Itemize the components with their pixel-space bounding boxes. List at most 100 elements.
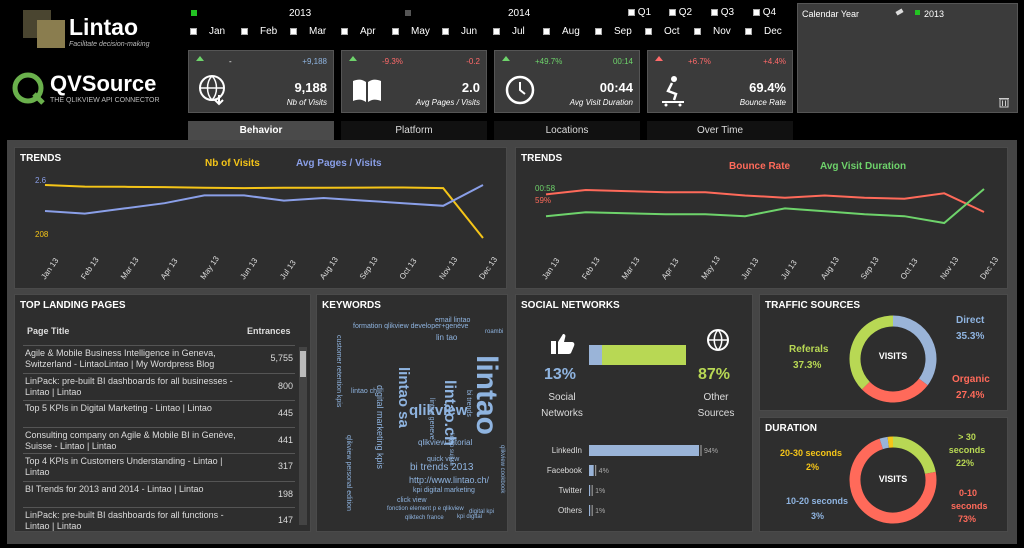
keyword[interactable]: lintao suisse (448, 433, 454, 467)
quarter-q4[interactable]: Q4 (753, 7, 776, 18)
year-2013[interactable]: 2013 (289, 8, 311, 19)
month-dec[interactable]: Dec (745, 26, 782, 37)
q4-checkbox[interactable] (753, 8, 760, 16)
keyword[interactable]: qlikview (409, 402, 468, 419)
q1-label: Q1 (637, 7, 652, 18)
row-entrances: 441 (277, 435, 293, 445)
trend-up-icon (655, 56, 663, 61)
keyword[interactable]: formation qlikview developer+genève (353, 323, 468, 330)
month-checkbox[interactable] (241, 27, 248, 35)
x-tick-label: Nov 13 (437, 255, 459, 281)
month-apr[interactable]: Apr (341, 26, 376, 37)
social-title: SOCIAL NETWORKS (521, 300, 620, 311)
month-checkbox[interactable] (190, 27, 197, 35)
month-checkbox[interactable] (493, 27, 500, 35)
q2-checkbox[interactable] (669, 8, 676, 16)
keyword[interactable]: kpi digital marketing (413, 487, 475, 494)
keyword[interactable]: lin tao (436, 333, 458, 342)
social-bar-chart: LinkedIn 94% Facebook 4% Twitter 1% Others 1% (547, 445, 718, 516)
table-row[interactable]: BI Trends for 2013 and 2014 - Lintao | L… (23, 481, 295, 507)
month-checkbox[interactable] (290, 27, 297, 35)
keyword[interactable]: digital marketing kpis (375, 385, 385, 470)
month-aug[interactable]: Aug (543, 26, 580, 37)
month-checkbox[interactable] (745, 27, 752, 35)
quarter-q2[interactable]: Q2 (669, 7, 692, 18)
trends-left-panel: TRENDS Nb of Visits Avg Pages / Visits J… (14, 147, 507, 289)
keyword[interactable]: qlikview cookbook (499, 445, 505, 494)
q4-label: Q4 (762, 7, 777, 18)
table-row[interactable]: Agile & Mobile Business Intelligence in … (23, 345, 295, 373)
table-row[interactable]: Consulting company on Agile & Mobile BI … (23, 427, 295, 453)
tab-behavior[interactable]: Behavior (188, 121, 334, 140)
month-checkbox[interactable] (442, 27, 449, 35)
keyword[interactable]: customer retention kpis (335, 335, 342, 408)
q3-checkbox[interactable] (711, 8, 718, 16)
keyword[interactable]: qlikview personal edition (345, 435, 352, 511)
eraser-icon[interactable] (895, 8, 904, 16)
donut-slice (879, 436, 890, 450)
month-jul[interactable]: Jul (493, 26, 525, 37)
col-entrances[interactable]: Entrances (247, 326, 291, 336)
q1-checkbox[interactable] (628, 8, 635, 16)
month-jun[interactable]: Jun (442, 26, 477, 37)
table-row[interactable]: LinPack: pre-built BI dashboards for all… (23, 507, 295, 531)
x-tick-label: Jan 13 (540, 256, 561, 281)
month-oct[interactable]: Oct (645, 26, 680, 37)
table-row[interactable]: LinPack: pre-built BI dashboards for all… (23, 373, 295, 400)
kpi-pages-value: 2.0 (461, 80, 480, 95)
col-page-title[interactable]: Page Title (27, 326, 69, 336)
x-tick-label: May 13 (199, 254, 222, 281)
keyword[interactable]: lintao sa (395, 367, 412, 429)
tab-platform[interactable]: Platform (341, 121, 487, 140)
tab-locations[interactable]: Locations (494, 121, 640, 140)
keyword[interactable]: lintao (470, 355, 503, 435)
month-sep[interactable]: Sep (595, 26, 632, 37)
keyword[interactable]: bi trends (465, 390, 472, 417)
keyword[interactable]: qlikview tutorial (418, 438, 472, 447)
month-jan[interactable]: Jan (190, 26, 225, 37)
keyword[interactable]: lintao ch (351, 388, 377, 395)
trash-icon[interactable] (998, 96, 1010, 108)
quarter-q3[interactable]: Q3 (711, 7, 734, 18)
keyword[interactable]: click view (397, 497, 428, 504)
row-title: LinPack: pre-built BI dashboards for all… (25, 376, 233, 397)
month-checkbox[interactable] (694, 27, 701, 35)
traffic-center: VISITS (878, 351, 908, 361)
table-row[interactable]: Top 5 KPIs in Digital Marketing - Lintao… (23, 400, 295, 427)
table-row[interactable]: Top 4 KPIs in Customers Understanding - … (23, 453, 295, 481)
kpi-bounce-caption: Bounce Rate (739, 98, 786, 107)
month-nov[interactable]: Nov (694, 26, 731, 37)
keyword[interactable]: roambi (485, 329, 503, 335)
keyword[interactable]: fonction element p e qlikview (387, 506, 464, 512)
tab-over-time[interactable]: Over Time (647, 121, 793, 140)
keyword[interactable]: lintao geneve (428, 398, 435, 440)
keyword[interactable]: quick view (427, 456, 460, 463)
month-feb[interactable]: Feb (241, 26, 277, 37)
trends-right-chart: Jan 13 Feb 13 Mar 13 Apr 13 May 13 Jun 13 Jul … (535, 184, 1000, 281)
trends-left-chart: Jan 13 Feb 13 Mar 13 Apr 13 May 13 Jun 13 Jul … (35, 176, 499, 281)
month-may[interactable]: May (392, 26, 430, 37)
x-tick-label: Jan 13 (39, 256, 60, 281)
quarter-q1[interactable]: Q1 (628, 7, 651, 18)
kpi-pages-pct: -9.3% (382, 57, 403, 66)
month-checkbox[interactable] (341, 27, 348, 35)
donut-slice (861, 378, 928, 403)
row-entrances: 317 (277, 461, 293, 471)
month-checkbox[interactable] (543, 27, 550, 35)
kpi-visits-pct: - (229, 57, 232, 66)
keyword[interactable]: digital kpi (469, 509, 494, 515)
month-checkbox[interactable] (392, 27, 399, 35)
month-mar[interactable]: Mar (290, 26, 326, 37)
duration-10-20-pct: 3% (811, 511, 825, 521)
scrollbar-thumb[interactable] (300, 351, 306, 377)
month-label: Dec (764, 26, 782, 37)
x-tick-label: Jul 13 (278, 258, 298, 281)
keyword[interactable]: qliktech france (405, 515, 444, 521)
keyword[interactable]: bi trends 2013 (410, 462, 474, 473)
year-2014[interactable]: 2014 (508, 8, 530, 19)
keyword[interactable]: http://www.lintao.ch/ (409, 475, 490, 485)
x-tick-label: Jun 13 (238, 256, 259, 281)
month-checkbox[interactable] (595, 27, 602, 35)
month-checkbox[interactable] (645, 27, 652, 35)
calendar-year-value[interactable]: 2013 (924, 9, 944, 19)
